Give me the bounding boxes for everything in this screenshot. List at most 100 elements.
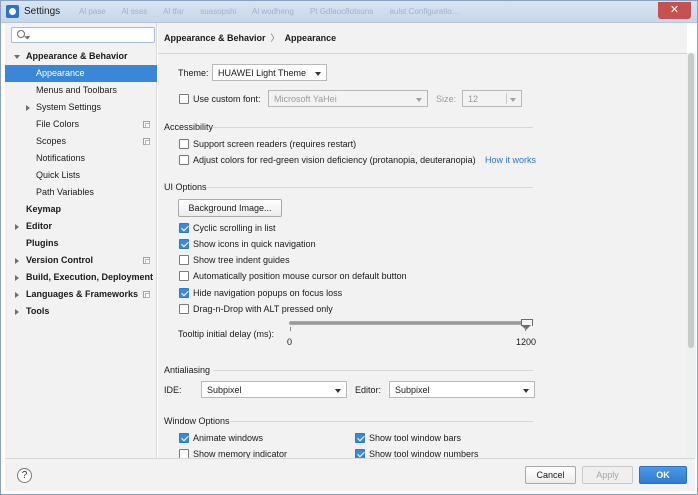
sidebar-item-menus-toolbars[interactable]: Menus and Toolbars	[5, 82, 157, 99]
sidebar-item-file-colors[interactable]: File Colors	[5, 116, 157, 133]
background-image-button[interactable]: Background Image...	[178, 199, 282, 217]
theme-select[interactable]: HUAWEI Light Theme	[212, 64, 327, 81]
tooltip-delay-slider-thumb[interactable]	[521, 319, 533, 330]
sidebar-item-editor[interactable]: Editor	[5, 218, 157, 235]
chevron-right-icon[interactable]	[15, 292, 19, 298]
drag-n-drop-alt-checkbox[interactable]	[179, 304, 189, 314]
chevron-right-icon[interactable]	[26, 105, 30, 111]
editor-antialiasing-label: Editor:	[355, 385, 382, 395]
search-icon	[17, 30, 25, 38]
chevron-down-icon	[315, 72, 321, 76]
background-tab: suasopshi	[200, 7, 237, 16]
tree-indent-guides-checkbox[interactable]	[179, 255, 189, 265]
sidebar-item-label: System Settings	[36, 102, 102, 112]
font-size-select[interactable]: 12	[462, 90, 522, 107]
auto-position-cursor-checkbox[interactable]	[179, 271, 189, 281]
how-it-works-link[interactable]: How it works	[485, 155, 536, 165]
background-tab: Al tfar	[163, 7, 184, 16]
custom-font-checkbox[interactable]	[179, 94, 189, 104]
sidebar-item-scopes[interactable]: Scopes	[5, 133, 157, 150]
chevron-right-icon[interactable]	[15, 224, 19, 230]
sidebar-item-quick-lists[interactable]: Quick Lists	[5, 167, 157, 184]
background-tab: aulst Configuratio...	[389, 7, 459, 16]
hide-nav-popups-checkbox[interactable]	[179, 288, 189, 298]
sidebar-item-label: Editor	[26, 221, 52, 231]
section-divider	[230, 421, 533, 422]
ok-button[interactable]: OK	[639, 466, 687, 484]
project-scope-icon	[143, 121, 150, 128]
breadcrumb-parent[interactable]: Appearance & Behavior	[164, 33, 266, 43]
project-scope-icon	[143, 257, 150, 264]
show-tool-window-bars-checkbox[interactable]	[355, 433, 365, 443]
sidebar-item-keymap[interactable]: Keymap	[5, 201, 157, 218]
tooltip-delay-slider-fill	[290, 322, 525, 324]
background-tab: Al wodheng	[252, 7, 294, 16]
content-scrollbar[interactable]	[687, 53, 696, 458]
chevron-down-icon	[510, 98, 516, 102]
color-deficiency-checkbox[interactable]	[179, 155, 189, 165]
scrollbar-thumb[interactable]	[688, 53, 694, 348]
editor-antialiasing-select[interactable]: Subpixel	[389, 381, 535, 398]
chevron-right-icon[interactable]	[15, 258, 19, 264]
drag-n-drop-alt-label: Drag-n-Drop with ALT pressed only	[193, 304, 333, 314]
sidebar-item-label: Menus and Toolbars	[36, 85, 117, 95]
window-title: Settings	[24, 6, 61, 17]
sidebar-item-label: Path Variables	[36, 187, 94, 197]
section-divider	[206, 187, 533, 188]
sidebar-item-system-settings[interactable]: System Settings	[5, 99, 157, 116]
sidebar-item-label: Languages & Frameworks	[26, 289, 139, 299]
slider-tick	[290, 327, 291, 331]
cyclic-scrolling-checkbox[interactable]	[179, 223, 189, 233]
chevron-right-icon[interactable]	[15, 309, 19, 315]
window-options-section-title: Window Options	[164, 416, 230, 426]
close-button[interactable]: ✕	[658, 2, 691, 19]
settings-content: Appearance & Behavior 〉 Appearance Theme: …	[158, 23, 687, 459]
screen-readers-checkbox[interactable]	[179, 139, 189, 149]
project-scope-icon	[143, 291, 150, 298]
ide-antialiasing-select[interactable]: Subpixel	[201, 381, 347, 398]
ui-options-section-title: UI Options	[164, 182, 207, 192]
theme-select-value: HUAWEI Light Theme	[218, 68, 307, 78]
animate-windows-checkbox[interactable]	[179, 433, 189, 443]
breadcrumb-separator-icon: 〉	[270, 33, 280, 43]
tooltip-delay-slider[interactable]	[289, 321, 526, 325]
search-history-chevron-icon[interactable]	[26, 36, 30, 39]
sidebar-item-languages-frameworks[interactable]: Languages & Frameworks	[5, 286, 157, 303]
close-icon: ✕	[669, 4, 680, 16]
screen-readers-label: Support screen readers (requires restart…	[193, 139, 357, 149]
slider-tick	[525, 327, 526, 331]
settings-sidebar: Appearance & Behavior Appearance Menus a…	[5, 23, 157, 458]
chevron-right-icon[interactable]	[15, 275, 19, 281]
sidebar-item-label: Quick Lists	[36, 170, 81, 180]
help-button[interactable]: ?	[17, 468, 32, 483]
sidebar-item-notifications[interactable]: Notifications	[5, 150, 157, 167]
hide-nav-popups-label: Hide navigation popups on focus loss	[193, 288, 343, 298]
theme-label: Theme:	[178, 68, 209, 78]
chevron-down-icon	[523, 389, 529, 393]
editor-antialiasing-value: Subpixel	[395, 385, 430, 395]
cyclic-scrolling-label: Cyclic scrolling in list	[193, 223, 276, 233]
search-input[interactable]	[11, 27, 155, 43]
combo-separator	[506, 93, 507, 104]
sidebar-item-path-variables[interactable]: Path Variables	[5, 184, 157, 201]
breadcrumb-divider	[158, 53, 687, 54]
cancel-button[interactable]: Cancel	[525, 466, 576, 484]
auto-position-cursor-label: Automatically position mouse cursor on d…	[193, 271, 407, 281]
sidebar-item-appearance[interactable]: Appearance	[5, 65, 157, 82]
chevron-down-icon[interactable]	[14, 55, 20, 59]
quick-nav-icons-checkbox[interactable]	[179, 239, 189, 249]
sidebar-item-version-control[interactable]: Version Control	[5, 252, 157, 269]
ide-antialiasing-value: Subpixel	[207, 385, 242, 395]
apply-button[interactable]: Apply	[582, 466, 633, 484]
sidebar-item-appearance-behavior[interactable]: Appearance & Behavior	[5, 48, 157, 65]
sidebar-item-tools[interactable]: Tools	[5, 303, 157, 320]
custom-font-select[interactable]: Microsoft YaHei	[268, 90, 428, 107]
dialog-footer: ? Cancel Apply OK	[5, 458, 695, 491]
quick-nav-icons-label: Show icons in quick navigation	[193, 239, 316, 249]
section-divider	[213, 127, 533, 128]
font-size-value: 12	[468, 94, 479, 104]
sidebar-item-label: Plugins	[26, 238, 59, 248]
sidebar-item-plugins[interactable]: Plugins	[5, 235, 157, 252]
sidebar-item-build-execution-deployment[interactable]: Build, Execution, Deployment	[5, 269, 157, 286]
chevron-down-icon	[416, 98, 422, 102]
